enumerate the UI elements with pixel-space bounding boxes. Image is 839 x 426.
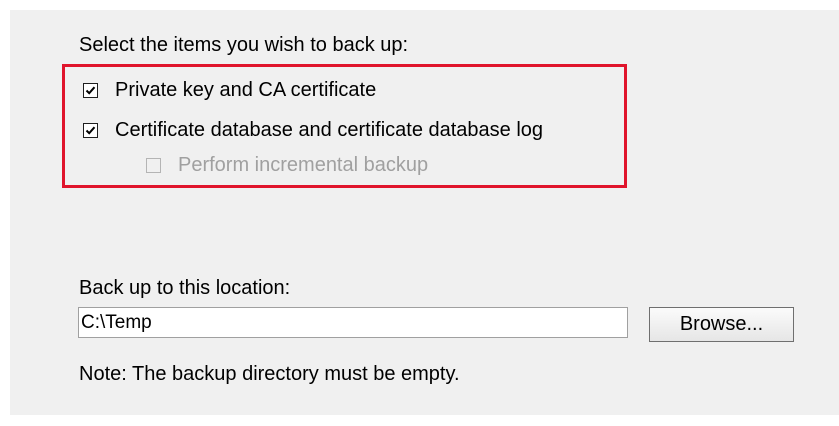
backup-location-label: Back up to this location: (79, 277, 291, 299)
checkmark-icon (85, 86, 96, 95)
private-key-checkbox[interactable] (83, 83, 98, 98)
certificate-database-label[interactable]: Certificate database and certificate dat… (115, 118, 543, 142)
backup-options-panel: Select the items you wish to back up: Pr… (10, 10, 839, 415)
browse-button[interactable]: Browse... (649, 307, 794, 342)
empty-directory-note: Note: The backup directory must be empty… (79, 363, 460, 385)
incremental-backup-label: Perform incremental backup (178, 154, 429, 176)
certificate-database-checkbox[interactable] (83, 123, 98, 138)
backup-dialog-frame: Select the items you wish to back up: Pr… (0, 0, 839, 426)
incremental-backup-checkbox (146, 158, 161, 173)
backup-location-input[interactable] (78, 307, 628, 338)
backup-items-heading: Select the items you wish to back up: (79, 34, 409, 56)
private-key-label[interactable]: Private key and CA certificate (115, 78, 376, 102)
checkmark-icon (85, 126, 96, 135)
